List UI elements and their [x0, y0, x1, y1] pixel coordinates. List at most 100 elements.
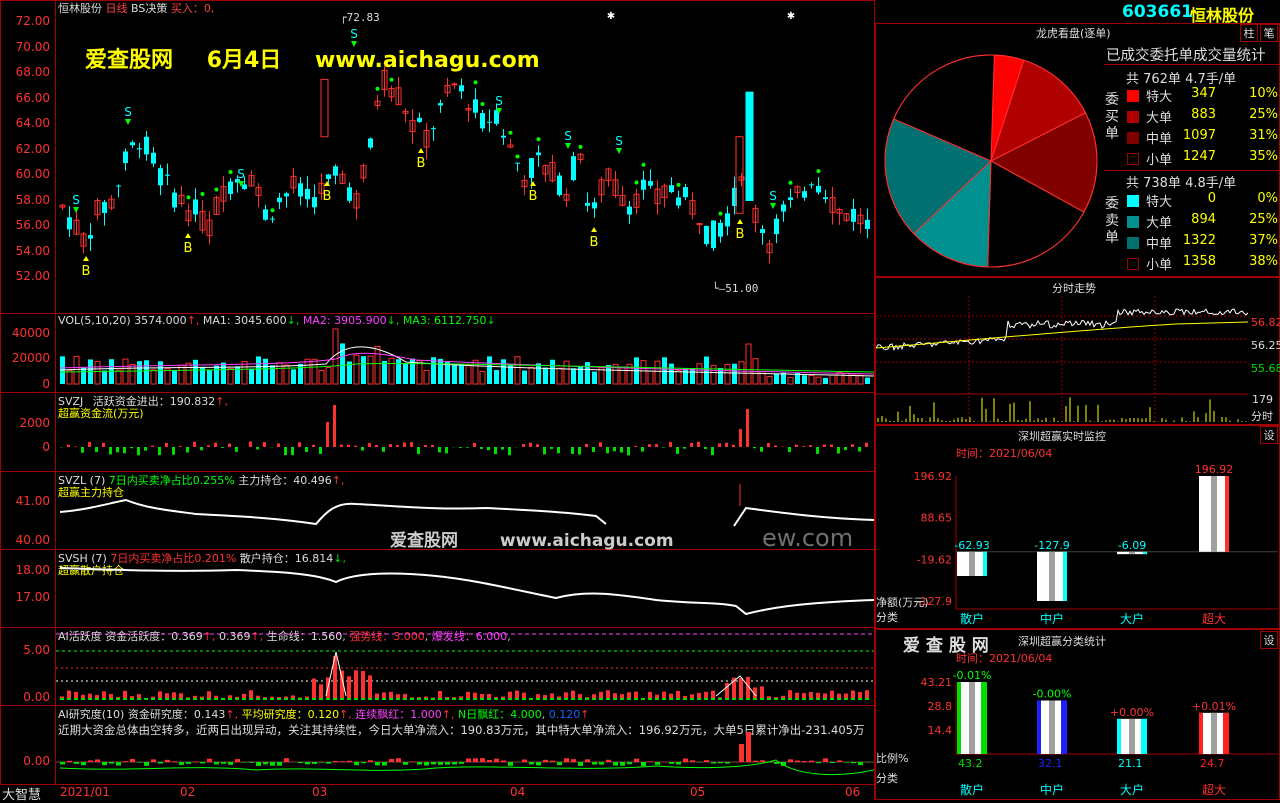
ai-active-bar: [347, 676, 351, 698]
research-bar-neg: [116, 762, 121, 765]
svzj-bar-neg: [550, 447, 553, 449]
ai-active-bar: [375, 694, 379, 698]
ai-active-bar: [823, 693, 827, 698]
candle-body-down: [431, 128, 436, 129]
svzj-bar-neg: [284, 447, 287, 455]
class-bar-stripe: [969, 682, 975, 754]
ai-active-base: [326, 698, 330, 700]
volume-bar-up: [816, 377, 821, 384]
svzj-bar-neg: [417, 447, 420, 454]
candle-body-down: [144, 137, 149, 155]
ai-active-base: [697, 698, 701, 700]
research-bar-pos: [207, 759, 212, 762]
volume-bar-up: [186, 363, 191, 384]
research-bar-pos: [410, 761, 415, 762]
x-label-1: 2021/01: [60, 785, 110, 799]
ai-active-chart[interactable]: [56, 628, 874, 705]
ai-active-base: [123, 698, 127, 700]
intraday-tick-2: 56.25: [1251, 339, 1280, 352]
monitor-bar-chart[interactable]: 196.9288.65-19.62-127.9-62.93散户-127.9中户-…: [876, 458, 1278, 628]
ai-research-chart[interactable]: [56, 706, 874, 784]
research-bar-pos: [95, 759, 100, 762]
svzj-bar-neg: [711, 447, 714, 455]
ai-active-bar: [543, 695, 547, 698]
svzj-bar-neg: [130, 447, 133, 448]
svzj-bar-neg: [81, 447, 84, 453]
svzj-bar-pos: [375, 445, 378, 447]
candle-body-down: [368, 138, 373, 147]
svzj-chart[interactable]: [56, 393, 874, 471]
legend-swatch: [1127, 237, 1139, 249]
ai-active-bar: [760, 686, 764, 698]
svzj-bar-pos: [424, 445, 427, 447]
research-bar-neg: [536, 762, 541, 765]
monitor-settings-button[interactable]: 设: [1260, 426, 1278, 444]
research-bar-pos: [564, 758, 569, 762]
bi-button[interactable]: 笔: [1260, 24, 1278, 42]
ai-active-base: [620, 698, 624, 700]
x-label-2: 02: [180, 785, 195, 799]
ai-active-bar: [242, 694, 246, 698]
intraday-vol-tick: 179: [1252, 393, 1273, 406]
ai-active-bar: [368, 675, 372, 698]
svzj-bar-pos: [340, 445, 343, 447]
intraday-chart[interactable]: [876, 296, 1248, 424]
research-bar-pos: [753, 761, 758, 762]
research-bar-neg: [200, 762, 205, 763]
candlestick-chart[interactable]: BBBBBBBSSSSSSSS✱✱: [56, 0, 874, 313]
signal-dot: [516, 155, 520, 159]
research-bar-neg: [158, 762, 163, 764]
ai-active-bar: [851, 691, 855, 698]
ai-active-bar: [704, 692, 708, 698]
order-pie-chart[interactable]: [880, 50, 1102, 272]
research-bar-neg: [270, 762, 275, 766]
volume-bar-up: [354, 355, 359, 384]
ai-active-base: [305, 698, 309, 700]
research-bar-pos: [823, 758, 828, 762]
monitor-xlabel: 分类: [876, 610, 898, 624]
candle-body-down: [473, 99, 478, 112]
ai-active-bar: [494, 697, 498, 698]
ai-active-bar: [767, 696, 771, 698]
ai-active-bar: [501, 697, 505, 698]
ai-active-base: [235, 698, 239, 700]
candle-body-down: [711, 221, 716, 249]
zhu-button[interactable]: 柱: [1240, 24, 1258, 42]
volume-bar-up: [711, 365, 716, 384]
research-bar-neg: [221, 762, 226, 764]
research-bar-pos: [795, 761, 800, 762]
svsh-line-chart[interactable]: [56, 550, 874, 627]
class-settings-button[interactable]: 设: [1260, 631, 1278, 649]
buy-arrow: [83, 256, 89, 261]
price-ytick: 64.00: [0, 116, 50, 130]
svzj-bar-pos: [739, 429, 742, 447]
svzj-bar-pos: [312, 445, 315, 447]
ai-active-bar: [186, 697, 190, 698]
research-bar-pos: [172, 761, 177, 762]
volume-bar-down: [802, 375, 807, 384]
ai-active-base: [200, 698, 204, 700]
ai-active-bar: [662, 692, 666, 698]
research-bar-neg: [417, 762, 422, 765]
ai-active-base: [228, 698, 232, 700]
svzj-bar-pos: [599, 442, 602, 447]
candle-body-down: [88, 235, 93, 239]
volume-bar-up: [116, 370, 121, 384]
research-bar-pos: [480, 758, 485, 762]
research-bar-neg: [263, 762, 268, 764]
class-bar-chart[interactable]: 43.2128.814.4-0.01%43.2散户-0.00%32.1中户+0.…: [876, 662, 1278, 800]
ai-active-base: [312, 698, 316, 700]
research-bar-neg: [249, 762, 254, 763]
volume-bar-up: [95, 361, 100, 384]
ai-active-base: [669, 698, 673, 700]
svzj-bar-neg: [494, 447, 497, 454]
svzj-bar-neg: [382, 447, 385, 452]
ai-active-base: [746, 698, 750, 700]
volume-chart[interactable]: [56, 314, 874, 392]
volume-bar-up: [858, 375, 863, 384]
research-bar-pos: [130, 759, 135, 762]
svzj-bar-pos: [431, 445, 434, 447]
research-bar-pos: [151, 759, 156, 762]
svzj-bar-neg: [543, 447, 546, 454]
buy-arrow: [737, 219, 743, 224]
